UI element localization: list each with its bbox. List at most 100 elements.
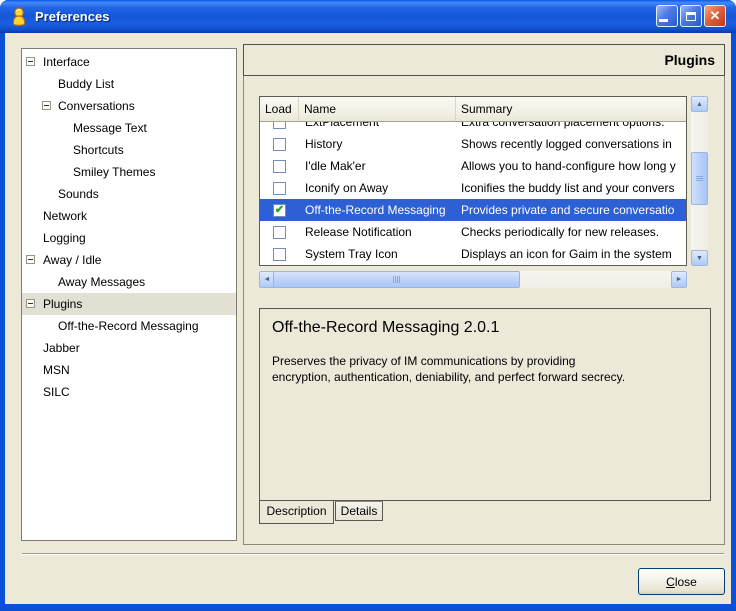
close-button[interactable]: Close	[638, 568, 725, 595]
tree-item-label: Buddy List	[58, 77, 115, 91]
tree-item-away-idle[interactable]: Away / Idle	[22, 249, 236, 271]
tree-item-msn[interactable]: MSN	[22, 359, 236, 381]
arrow-down-icon: ▼	[696, 254, 703, 262]
load-checkbox[interactable]	[273, 159, 286, 173]
vertical-scrollbar[interactable]: ▲ ▼	[691, 96, 708, 266]
plugin-details-panel: Off-the-Record Messaging 2.0.1 Preserves…	[259, 308, 711, 501]
plugin-name-cell: System Tray Icon	[305, 247, 398, 261]
thumb-grip-icon	[395, 276, 396, 283]
tree-item-shortcuts[interactable]: Shortcuts	[22, 139, 236, 161]
tree-item-smiley-themes[interactable]: Smiley Themes	[22, 161, 236, 183]
tab-details[interactable]: Details	[335, 501, 383, 521]
tree-item-label: Plugins	[43, 297, 83, 311]
thumb-grip-icon	[399, 276, 400, 283]
load-checkbox[interactable]	[273, 203, 286, 217]
plugin-summary-cell: Iconifies the buddy list and your conver…	[461, 181, 675, 195]
tab-description[interactable]: Description	[259, 501, 334, 524]
window-title: Preferences	[35, 9, 110, 24]
column-header-load[interactable]: Load	[260, 97, 299, 121]
thumb-grip-icon	[696, 178, 703, 179]
plugin-list: Load Name Summary ExtPlacement Extra con…	[259, 96, 687, 266]
load-checkbox[interactable]	[273, 225, 286, 239]
scroll-right-button[interactable]: ►	[671, 271, 687, 288]
table-row-extplacement[interactable]: ExtPlacement Extra conversation placemen…	[260, 122, 686, 133]
tree-item-label: Jabber	[43, 341, 80, 355]
tree-item-off-the-record-messaging[interactable]: Off-the-Record Messaging	[22, 315, 236, 337]
plugin-name-cell: I'dle Mak'er	[305, 159, 366, 173]
tree-item-interface[interactable]: Interface	[22, 51, 236, 73]
plugin-summary-cell: Allows you to hand-configure how long y	[461, 159, 676, 173]
tree-item-label: Interface	[43, 55, 90, 69]
plugin-name-cell: History	[305, 137, 343, 151]
column-header-summary[interactable]: Summary	[456, 97, 686, 121]
tab-description-label: Description	[266, 504, 327, 518]
minimize-icon	[658, 19, 668, 22]
arrow-left-icon: ◄	[263, 276, 271, 283]
thumb-grip-icon	[696, 180, 703, 181]
tree-item-message-text[interactable]: Message Text	[22, 117, 236, 139]
thumb-grip-icon	[393, 276, 394, 283]
column-header-name[interactable]: Name	[299, 97, 456, 121]
tree-expander-icon[interactable]	[26, 57, 35, 66]
tree-item-sounds[interactable]: Sounds	[22, 183, 236, 205]
table-row-off-the-record-messaging[interactable]: Off-the-Record Messaging Provides privat…	[260, 199, 686, 221]
panel-header: Plugins	[243, 44, 725, 76]
window-controls: ✕	[656, 5, 726, 27]
close-icon: ✕	[709, 8, 721, 23]
preferences-window: Preferences ✕ Interface Buddy List Conve…	[0, 0, 736, 611]
tree-item-label: Away / Idle	[43, 253, 102, 267]
plugin-table-body: ExtPlacement Extra conversation placemen…	[260, 122, 686, 265]
plugin-summary-cell: Checks periodically for new releases.	[461, 225, 660, 239]
tree-item-network[interactable]: Network	[22, 205, 236, 227]
tree-item-silc[interactable]: SILC	[22, 381, 236, 403]
load-checkbox[interactable]	[273, 122, 286, 129]
table-row-history[interactable]: History Shows recently logged conversati…	[260, 133, 686, 155]
gaim-buddy-icon	[9, 6, 29, 27]
table-row-iconify-on-away[interactable]: Iconify on Away Iconifies the buddy list…	[260, 177, 686, 199]
tree-item-label: Away Messages	[58, 275, 146, 289]
plugin-summary-cell: Provides private and secure conversatio	[461, 203, 675, 217]
scroll-down-button[interactable]: ▼	[691, 250, 708, 266]
tree-item-conversations[interactable]: Conversations	[22, 95, 236, 117]
tree-item-jabber[interactable]: Jabber	[22, 337, 236, 359]
plugin-list-header: Load Name Summary	[260, 97, 686, 122]
tree-item-away-messages[interactable]: Away Messages	[22, 271, 236, 293]
titlebar[interactable]: Preferences ✕	[0, 0, 736, 33]
plugin-title: Off-the-Record Messaging 2.0.1	[272, 319, 500, 336]
tree-item-plugins[interactable]: Plugins	[22, 293, 236, 315]
tree-expander-icon[interactable]	[26, 299, 35, 308]
tree-item-label: Network	[43, 209, 88, 223]
tree-expander-icon[interactable]	[42, 101, 51, 110]
tree-item-label: Off-the-Record Messaging	[58, 319, 199, 333]
thumb-grip-icon	[397, 276, 398, 283]
tree-item-label: Smiley Themes	[73, 165, 156, 179]
scroll-up-button[interactable]: ▲	[691, 96, 708, 112]
tree-item-buddy-list[interactable]: Buddy List	[22, 73, 236, 95]
load-checkbox[interactable]	[273, 137, 286, 151]
tree-expander-icon[interactable]	[26, 255, 35, 264]
tree-item-label: Logging	[43, 231, 86, 245]
table-row-system-tray-icon[interactable]: System Tray Icon Displays an icon for Ga…	[260, 243, 686, 265]
horizontal-scrollbar[interactable]: ◄ ►	[259, 271, 687, 288]
arrow-up-icon: ▲	[696, 100, 703, 108]
table-row-i-dle-mak-er[interactable]: I'dle Mak'er Allows you to hand-configur…	[260, 155, 686, 177]
tree-item-label: Sounds	[58, 187, 99, 201]
footer-separator	[22, 553, 724, 555]
load-checkbox[interactable]	[273, 181, 286, 195]
plugin-name-cell: Release Notification	[305, 225, 412, 239]
tree-item-label: SILC	[43, 385, 70, 399]
table-row-release-notification[interactable]: Release Notification Checks periodically…	[260, 221, 686, 243]
tree-item-logging[interactable]: Logging	[22, 227, 236, 249]
maximize-button[interactable]	[680, 5, 702, 27]
close-window-button[interactable]: ✕	[704, 5, 726, 27]
plugin-name-cell: Off-the-Record Messaging	[305, 203, 446, 217]
plugin-summary-cell: Displays an icon for Gaim in the system	[461, 247, 672, 261]
minimize-button[interactable]	[656, 5, 678, 27]
horizontal-scroll-thumb[interactable]	[273, 271, 520, 288]
vertical-scroll-thumb[interactable]	[691, 152, 708, 205]
load-checkbox[interactable]	[273, 247, 286, 261]
panel-title: Plugins	[664, 52, 715, 68]
thumb-grip-icon	[696, 176, 703, 177]
arrow-right-icon: ►	[675, 276, 683, 283]
tree-item-label: Shortcuts	[73, 143, 124, 157]
